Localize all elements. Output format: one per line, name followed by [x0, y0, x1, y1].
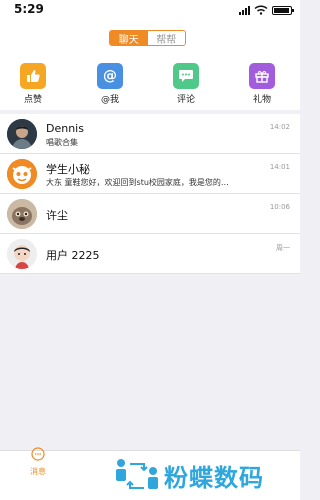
chat-help-switch: 聊天 帮帮 [109, 30, 186, 46]
thumbs-up-icon [20, 63, 46, 89]
avatar [7, 119, 37, 149]
wifi-icon [254, 5, 268, 15]
avatar [7, 159, 37, 189]
status-icons [239, 4, 294, 16]
tab-messages[interactable]: 消息 [24, 446, 52, 477]
conversation-time: 10:06 [269, 203, 290, 211]
conversation-time: 周一 [276, 244, 290, 252]
conversation-row[interactable]: Dennis 唱歌合集 14:02 [0, 114, 300, 154]
conversation-list: Dennis 唱歌合集 14:02 学生小秘 大东 童鞋您好，欢迎回到stu校园… [0, 114, 300, 274]
avatar [7, 239, 37, 269]
signal-icon [239, 5, 250, 15]
conversation-preview: 大东 童鞋您好，欢迎回到stu校园家庭，我是您的… [46, 178, 229, 187]
watermark-logo-icon [116, 459, 158, 489]
status-time: 5:29 [14, 2, 44, 16]
quick-action-mention[interactable]: @ @我 [86, 63, 134, 105]
conversation-name: 许尘 [46, 209, 68, 222]
message-icon [31, 447, 45, 461]
conversation-row[interactable]: 用户 2225 周一 [0, 234, 300, 274]
quick-action-gift-label: 礼物 [252, 95, 271, 105]
conversation-name: Dennis [46, 122, 84, 135]
conversation-name: 学生小秘 [46, 163, 90, 176]
quick-action-like[interactable]: 点赞 [9, 63, 57, 105]
watermark: 粉蝶数码 [102, 452, 300, 500]
conversation-time: 14:01 [269, 163, 290, 171]
conversation-row[interactable]: 许尘 10:06 [0, 194, 300, 234]
conversation-row[interactable]: 学生小秘 大东 童鞋您好，欢迎回到stu校园家庭，我是您的… 14:01 [0, 154, 300, 194]
status-bar: 5:29 [0, 0, 300, 20]
conversation-preview: 唱歌合集 [46, 138, 78, 147]
tab-help[interactable]: 帮帮 [147, 31, 185, 45]
conversation-name: 用户 2225 [46, 249, 100, 262]
watermark-text: 粉蝶数码 [164, 464, 264, 492]
quick-action-comment-label: 评论 [176, 95, 195, 105]
gift-icon [249, 63, 275, 89]
quick-action-like-label: 点赞 [23, 95, 42, 105]
conversation-time: 14:02 [269, 123, 290, 131]
battery-icon [272, 5, 294, 15]
comment-icon [173, 63, 199, 89]
avatar [7, 199, 37, 229]
at-icon: @ [97, 63, 123, 89]
tab-chat[interactable]: 聊天 [110, 31, 148, 45]
tab-messages-label: 消息 [30, 467, 46, 476]
quick-action-comment[interactable]: 评论 [162, 63, 210, 105]
quick-action-gift[interactable]: 礼物 [238, 63, 286, 105]
quick-action-mention-label: @我 [100, 95, 119, 105]
